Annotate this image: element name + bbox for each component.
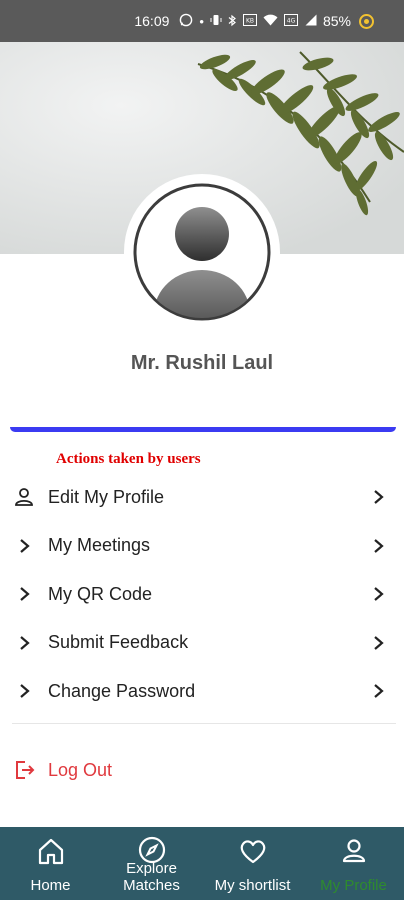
nav-explore-label-line1: Explore	[126, 860, 177, 877]
nav-explore-matches[interactable]: Explore Matches	[101, 827, 202, 900]
chevron-right-icon	[12, 679, 36, 703]
status-bar: 16:09 • KB 4G 85%	[0, 0, 404, 42]
avatar-frame[interactable]	[124, 174, 280, 330]
section-divider	[10, 427, 396, 432]
logout-button[interactable]: Log Out	[0, 752, 200, 788]
menu-item-qr-code[interactable]: My QR Code	[0, 570, 404, 619]
menu-item-my-meetings[interactable]: My Meetings	[0, 522, 404, 571]
svg-text:4G: 4G	[287, 18, 296, 25]
nav-explore-label-line2: Matches	[123, 877, 180, 894]
nav-my-profile[interactable]: My Profile	[303, 827, 404, 900]
wifi-icon	[263, 14, 278, 28]
chevron-right-icon	[12, 582, 36, 606]
heart-icon	[237, 835, 269, 867]
logout-label: Log Out	[48, 759, 113, 780]
person-icon	[338, 835, 370, 867]
nav-profile-label: My Profile	[320, 877, 387, 894]
menu-item-label: Submit Feedback	[48, 632, 189, 653]
bluetooth-icon	[228, 14, 237, 29]
menu-item-label: Edit My Profile	[48, 486, 165, 507]
data-speed-icon: KB	[242, 14, 257, 28]
nav-my-shortlist[interactable]: My shortlist	[202, 827, 303, 900]
chevron-right-icon	[366, 534, 390, 558]
menu-item-edit-profile[interactable]: Edit My Profile	[0, 473, 404, 522]
status-time: 16:09	[134, 13, 170, 29]
svg-text:KB: KB	[246, 18, 254, 25]
vibrate-icon	[210, 14, 222, 28]
chevron-right-icon	[366, 631, 390, 655]
person-icon	[12, 485, 36, 509]
battery-percent: 85%	[322, 13, 351, 29]
chevron-right-icon	[366, 679, 390, 703]
section-note: Actions taken by users	[56, 451, 201, 467]
menu-item-label: My Meetings	[48, 535, 151, 556]
bottom-nav: Home Explore Matches My shortlist My Pro…	[0, 827, 404, 900]
chevron-right-icon	[366, 485, 390, 509]
profile-name: Mr. Rushil Laul	[130, 352, 274, 374]
volte-icon: 4G	[283, 14, 298, 28]
chevron-right-icon	[12, 534, 36, 558]
chevron-right-icon	[366, 582, 390, 606]
logout-icon	[12, 758, 36, 782]
nav-home-label: Home	[30, 877, 71, 894]
menu-divider	[12, 723, 396, 724]
menu-item-label: My QR Code	[48, 583, 153, 604]
menu-item-change-password[interactable]: Change Password	[0, 667, 404, 716]
nav-home[interactable]: Home	[0, 827, 101, 900]
chevron-right-icon	[12, 631, 36, 655]
avatar	[133, 183, 271, 321]
profile-menu: Edit My Profile My Meetings My QR Code S…	[0, 473, 404, 716]
home-icon	[35, 835, 67, 867]
battery-saver-icon	[359, 13, 374, 29]
nav-shortlist-label: My shortlist	[214, 877, 291, 894]
whatsapp-icon	[179, 13, 193, 29]
menu-item-submit-feedback[interactable]: Submit Feedback	[0, 619, 404, 668]
signal-icon	[304, 14, 317, 28]
menu-item-label: Change Password	[48, 680, 196, 701]
dot-icon: •	[199, 13, 204, 29]
